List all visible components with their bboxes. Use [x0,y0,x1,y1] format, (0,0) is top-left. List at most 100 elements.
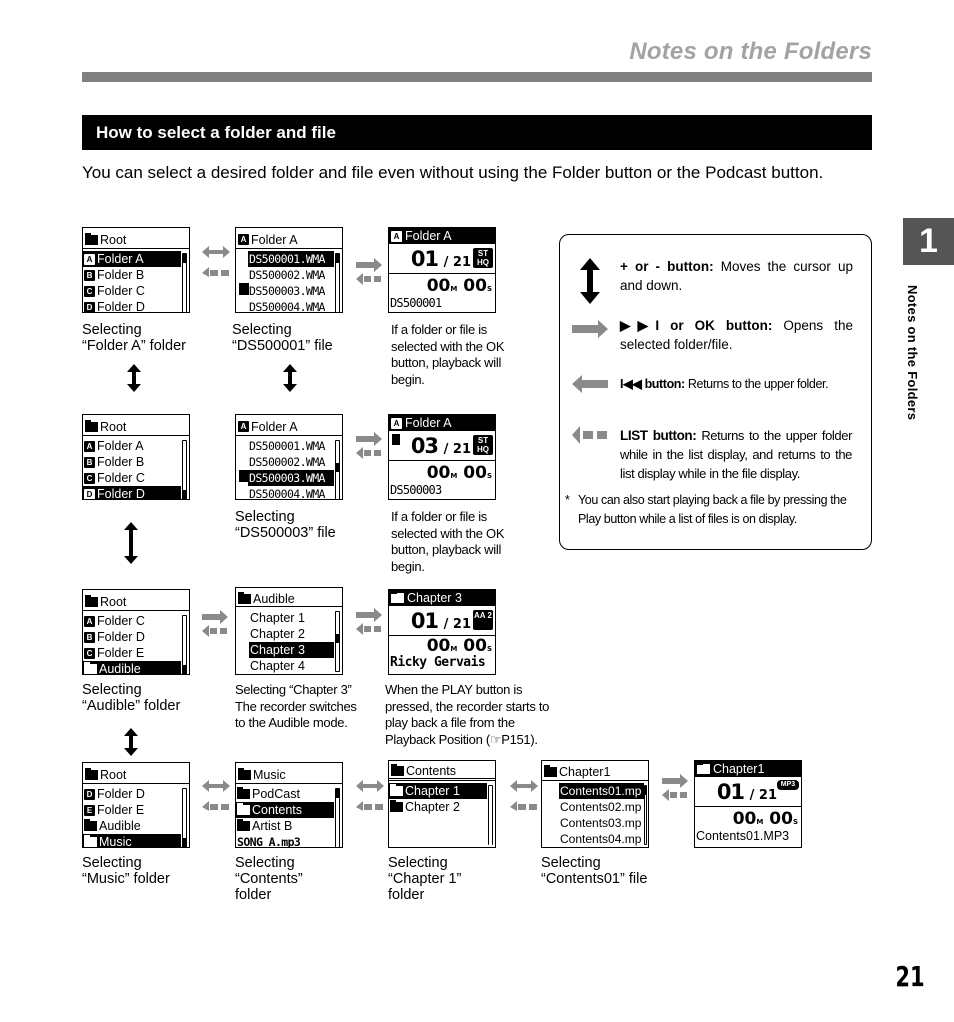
screen-header: A Folder A [389,415,495,431]
scrollbar [182,253,187,312]
scroll-thumb [645,786,646,795]
screen-header: Root [83,415,189,436]
right-left-arrow-icon [356,432,382,459]
item-label: Audible [99,819,141,833]
folder-badge-icon: A [238,234,249,245]
folder-icon [390,784,403,796]
track-number: 01 [410,609,439,633]
item-label: Audible [99,662,141,675]
list-item: A Folder A [83,438,181,454]
scroll-thumb [336,634,339,643]
list-item: A Folder C [83,613,181,629]
list-item: Contents04.mp [560,832,642,846]
folder-icon [85,419,98,432]
right-arrow-icon [572,320,608,338]
track-total: 21 [452,255,471,270]
folder-icon [544,765,557,777]
scrollbar [335,788,340,847]
caption: Selecting “Audible” folder [82,682,181,714]
header-label: Folder A [251,232,298,247]
folder-badge-icon: D [84,788,95,800]
file-name: DS500001 [390,296,442,310]
screen-header: Root [83,763,189,784]
bidirectional-arrow-icon [202,780,230,811]
caption: Selecting “Chapter 3” The recorder switc… [235,682,357,730]
list-back-arrow-icon [572,426,607,444]
folder-badge-icon: A [238,421,249,432]
screen-play-ds500001: A Folder A 01 / 21 ST HQ 00M 00S DS500001 [388,227,496,313]
folder-icon [84,662,97,674]
caption: Selecting “Contents” folder [235,855,303,903]
track-total: 21 [452,442,471,457]
list-item: DS500004.WMA [249,300,325,313]
header-label: Folder A [251,419,298,434]
folder-badge-icon: C [84,647,95,659]
screen-header: A Folder A [236,415,342,436]
seconds: 00 [463,463,487,483]
list-item: B Folder D [83,629,181,645]
folder-icon [697,762,710,774]
folder-badge-icon: D [84,301,95,312]
item-label: Folder B [97,268,145,282]
bidirectional-arrow-icon [202,246,230,277]
minutes: 00 [426,463,451,483]
screen-header: Music [236,763,342,784]
list-item: D Folder D [83,786,181,802]
track-counter: 03 / 21 [410,434,471,458]
note-asterisk: * [565,493,570,507]
side-label-text: Notes on the Folders [905,285,920,421]
list-item: Contents03.mp [560,816,642,830]
seconds: 00 [769,809,793,829]
list-item: B Folder B [83,454,181,470]
scrollbar [182,615,187,674]
list-item: Chapter 2 [389,799,487,815]
list-item: D Folder D [83,486,181,499]
item-label: Folder A [97,252,144,266]
caption: Selecting “DS500003” file [235,509,336,541]
scrollbar [644,785,647,845]
page-title: Notes on the Folders [629,38,872,65]
lock-icon [239,283,249,295]
folder-icon [237,787,250,799]
legend-note: You can also start playing back a file b… [578,493,847,526]
folder-badge-icon: C [84,472,95,484]
scroll-thumb [183,254,186,263]
track-counter: 01 / 21 [410,247,471,271]
folder-icon [85,232,98,245]
header-label: Chapter 3 [407,591,462,605]
screen-header: Root [83,228,189,249]
folder-icon [84,835,97,847]
folder-badge-icon: B [84,631,95,643]
scroll-thumb [183,490,186,499]
item-label: Folder E [97,646,145,660]
bidirectional-arrow-icon [356,780,384,811]
item-label: Contents [252,803,303,817]
screen-root-folder-d: Root A Folder A B Folder B C Folder C D Fold… [82,414,190,500]
folder-icon [237,819,250,831]
up-down-arrow-icon [127,364,141,392]
up-down-arrow-icon [124,728,138,756]
minutes: 00 [426,636,451,656]
list-item: Artist B [236,818,334,834]
list-item: Chapter 4 [250,659,305,673]
left-arrow-icon [572,375,608,393]
page-number: 21 [895,960,925,993]
header-label: Root [100,419,127,434]
track-counter: 01 / 21 [716,780,777,804]
list-item: E Folder E [83,802,181,818]
list-item: Chapter 1 [250,611,305,625]
right-left-arrow-icon [202,610,228,637]
item-label: Folder D [97,787,145,801]
list-item: Chapter 1 [389,783,487,799]
list-item: A Folder A [83,251,181,267]
scrollbar [335,253,340,312]
file-name: DS500003 [390,483,442,497]
screen-root-audible: Root A Folder C B Folder D C Folder E Audib… [82,589,190,675]
folder-icon [238,767,251,780]
screen-play-chapter3: Chapter 3 01 / 21 AA 2 00M 00S Ricky Ger… [388,589,496,675]
list-item: DS500004.WMA [249,487,325,500]
legend-back: I◀◀ button: Returns to the upper folder. [620,375,860,394]
scroll-thumb [336,254,339,263]
item-label: Folder C [97,471,145,485]
up-down-arrow-icon [283,364,297,392]
